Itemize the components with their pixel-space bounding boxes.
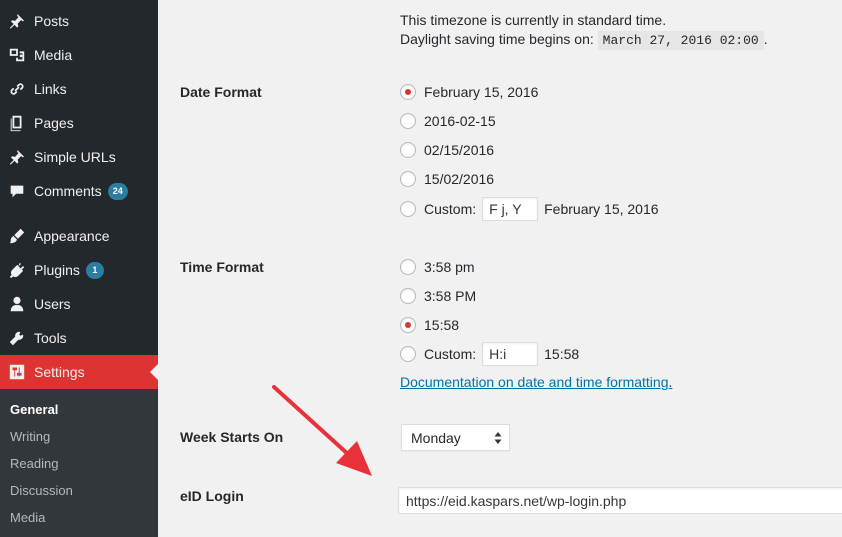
sidebar-item-pages[interactable]: Pages	[0, 106, 158, 140]
submenu-item-writing[interactable]: Writing	[10, 429, 50, 444]
plugins-update-badge: 1	[85, 261, 104, 279]
week-starts-select[interactable]: Monday	[401, 424, 510, 451]
sidebar-item-label: Simple URLs	[34, 149, 116, 165]
documentation-link-row: Documentation on date and time formattin…	[400, 374, 672, 390]
dst-suffix: .	[763, 31, 768, 47]
radio-button[interactable]	[400, 113, 416, 129]
radio-label: 15/02/2016	[424, 171, 495, 187]
radio-button-checked[interactable]	[400, 317, 416, 333]
settings-submenu: General Writing Reading Discussion Media	[0, 389, 158, 537]
radio-button-checked[interactable]	[400, 84, 416, 100]
settings-icon	[7, 362, 27, 382]
radio-label: 02/15/2016	[424, 142, 495, 158]
date-format-preview: February 15, 2016	[544, 201, 659, 217]
time-format-custom-option[interactable]: Custom: 15:58	[400, 341, 579, 367]
sidebar-item-plugins[interactable]: Plugins 1	[0, 253, 158, 287]
submenu-item-media[interactable]: Media	[10, 510, 45, 525]
sidebar-item-tools[interactable]: Tools	[0, 321, 158, 355]
radio-label: 3:58 pm	[424, 259, 475, 275]
sidebar-item-posts[interactable]: Posts	[0, 4, 158, 38]
sidebar-item-label: Posts	[34, 13, 70, 29]
sidebar-item-media[interactable]: Media	[0, 38, 158, 72]
sidebar-item-comments[interactable]: Comments 24	[0, 174, 158, 208]
radio-button[interactable]	[400, 288, 416, 304]
time-format-option[interactable]: 15:58	[400, 314, 459, 336]
sidebar-item-settings[interactable]: Settings	[0, 355, 158, 389]
submenu-item-reading[interactable]: Reading	[10, 456, 58, 471]
plugin-icon	[7, 260, 27, 280]
eid-login-url-value: https://eid.kaspars.net/wp-login.php	[406, 492, 627, 509]
eid-login-url-input[interactable]: https://eid.kaspars.net/wp-login.php	[398, 487, 842, 514]
date-format-custom-input[interactable]	[482, 197, 539, 221]
dst-date-code: March 27, 2016 02:00	[597, 31, 764, 50]
sidebar-item-label: Comments	[34, 183, 102, 199]
week-starts-label: Week Starts On	[180, 429, 284, 445]
dst-info: Daylight saving time begins on: March 27…	[400, 31, 768, 50]
sidebar-item-label: Settings	[34, 364, 85, 380]
sidebar-item-links[interactable]: Links	[0, 72, 158, 106]
week-starts-value: Monday	[411, 429, 461, 446]
sidebar-item-label: Tools	[34, 330, 67, 346]
submenu-item-general[interactable]: General	[10, 402, 58, 417]
select-arrows-icon	[494, 432, 502, 444]
time-format-option[interactable]: 3:58 PM	[400, 285, 476, 307]
link-icon	[7, 79, 27, 99]
dst-prefix: Daylight saving time begins on:	[400, 31, 594, 47]
radio-button[interactable]	[400, 259, 416, 275]
radio-button[interactable]	[400, 142, 416, 158]
time-format-label: Time Format	[180, 259, 264, 275]
date-format-option[interactable]: 02/15/2016	[400, 139, 494, 161]
sidebar-item-label: Plugins	[34, 262, 80, 278]
sidebar-item-label: Pages	[34, 115, 74, 131]
radio-label: Custom:	[424, 201, 477, 217]
sidebar-item-label: Links	[34, 81, 67, 97]
radio-button[interactable]	[400, 201, 416, 217]
sidebar-item-users[interactable]: Users	[0, 287, 158, 321]
radio-label: 2016-02-15	[424, 113, 496, 129]
time-format-preview: 15:58	[544, 346, 580, 362]
radio-label: February 15, 2016	[424, 84, 539, 100]
date-format-option[interactable]: 2016-02-15	[400, 110, 496, 132]
pushpin-icon	[7, 11, 27, 31]
radio-button[interactable]	[400, 171, 416, 187]
paintbrush-icon	[7, 226, 27, 246]
radio-label: 15:58	[424, 317, 460, 333]
settings-form: This timezone is currently in standard t…	[158, 0, 842, 537]
pushpin-icon	[7, 147, 27, 167]
media-icon	[7, 45, 27, 65]
sidebar-item-appearance[interactable]: Appearance	[0, 219, 158, 253]
wrench-icon	[7, 328, 27, 348]
time-format-custom-input[interactable]	[482, 342, 539, 366]
pages-icon	[7, 113, 27, 133]
date-time-documentation-link[interactable]: Documentation on date and time formattin…	[400, 374, 669, 390]
date-format-label: Date Format	[180, 84, 262, 100]
sidebar-item-label: Appearance	[34, 228, 110, 244]
radio-label: Custom:	[424, 346, 477, 362]
comments-count-badge: 24	[107, 182, 128, 200]
sidebar-item-simple-urls[interactable]: Simple URLs	[0, 140, 158, 174]
sidebar-item-label: Users	[34, 296, 71, 312]
date-format-option[interactable]: February 15, 2016	[400, 81, 538, 103]
sidebar-item-label: Media	[34, 47, 73, 63]
radio-label: 3:58 PM	[424, 288, 477, 304]
eid-login-label: eID Login	[180, 488, 244, 504]
date-format-custom-option[interactable]: Custom: February 15, 2016	[400, 196, 659, 222]
timezone-standard-text: This timezone is currently in standard t…	[400, 12, 667, 28]
date-format-option[interactable]: 15/02/2016	[400, 168, 494, 190]
doc-link-suffix: .	[668, 374, 673, 390]
comment-icon	[7, 181, 27, 201]
user-icon	[7, 294, 27, 314]
submenu-item-discussion[interactable]: Discussion	[10, 483, 73, 498]
radio-button[interactable]	[400, 346, 416, 362]
time-format-option[interactable]: 3:58 pm	[400, 256, 475, 278]
